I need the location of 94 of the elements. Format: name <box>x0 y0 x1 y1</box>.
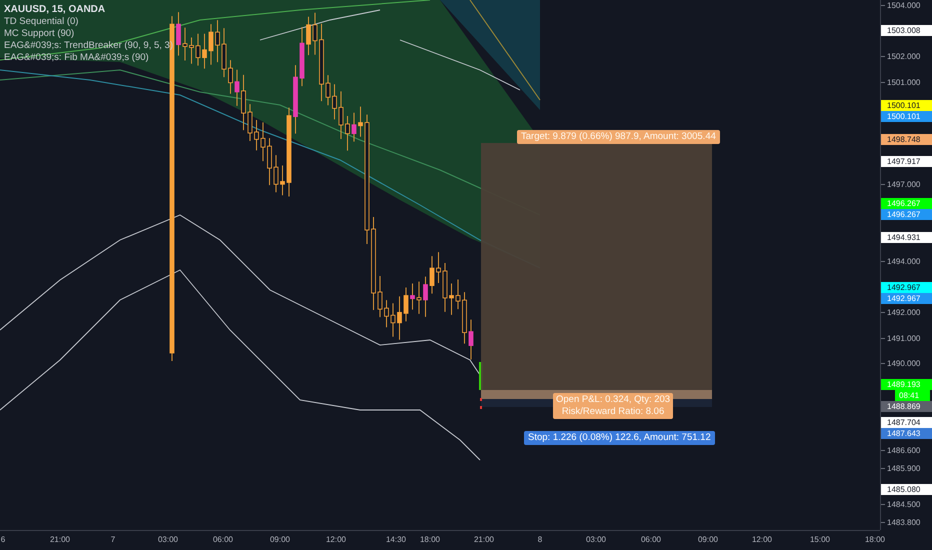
candle <box>260 122 266 162</box>
candle <box>176 12 181 56</box>
price-tag: 1496.267 <box>881 208 932 220</box>
time-label: 18:00 <box>864 535 886 544</box>
candle <box>222 28 226 78</box>
time-label: 18:00 <box>420 535 440 544</box>
candle <box>378 276 382 318</box>
candle <box>468 319 474 360</box>
candle <box>234 69 240 106</box>
time-label: 06:00 <box>640 535 662 544</box>
price-tag: 1487.643 <box>881 428 932 440</box>
candle <box>300 26 304 87</box>
price-tag: 1494.931 <box>881 232 932 244</box>
price-label: 1502.000 <box>881 51 932 62</box>
candle <box>449 283 454 316</box>
price-tag: 1500.101 <box>881 100 932 111</box>
candle <box>332 84 337 120</box>
candle <box>312 12 318 56</box>
time-label: 12:00 <box>752 535 772 544</box>
candle <box>397 296 402 340</box>
time-label: 09:00 <box>270 535 290 544</box>
price-label: 1492.000 <box>881 307 932 318</box>
candle <box>248 104 252 142</box>
time-label: 03:00 <box>158 535 178 544</box>
time-label: 03:00 <box>586 535 606 544</box>
symbol-title: XAUUSD, 15, OANDA <box>4 4 106 15</box>
price-label: 1490.000 <box>881 358 932 370</box>
candle <box>384 300 389 328</box>
price-label: 1484.500 <box>881 499 932 510</box>
candle <box>430 256 434 294</box>
candle <box>306 16 311 56</box>
candle <box>208 24 214 66</box>
candle <box>293 64 298 134</box>
candle <box>404 287 408 322</box>
candle <box>241 74 246 131</box>
target-label: Target: 9.879 (0.66%) 987.9, Amount: 3005.44 <box>517 130 720 144</box>
price-label: 1501.000 <box>881 76 932 88</box>
candle <box>202 33 207 70</box>
time-label: 12:00 <box>326 535 346 544</box>
price-tag: 1496.267 <box>881 198 932 209</box>
candle <box>228 60 233 94</box>
time-label: 06:00 <box>212 535 234 544</box>
candle <box>189 36 194 64</box>
time-label: 6 <box>0 535 6 544</box>
price-tag: 1503.008 <box>881 25 932 36</box>
candle <box>423 276 428 318</box>
countdown-tag: 08:41 <box>895 390 930 402</box>
price-tag: 1485.080 <box>881 484 932 496</box>
candle <box>416 281 422 314</box>
price-tag: 1488.869 <box>881 401 932 412</box>
price-tag: 1492.967 <box>881 282 932 294</box>
price-label: 1504.000 <box>881 0 932 11</box>
indicator-label: TD Sequential (0) <box>4 16 80 27</box>
price-label: 1485.900 <box>881 463 932 474</box>
position-info-label: Open P&L: 0.324, Qty: 203 Risk/Reward Ratio: 8.06 <box>553 393 674 419</box>
time-label: 8 <box>538 535 542 544</box>
price-tag: 1498.748 <box>881 134 932 146</box>
candle <box>326 74 330 106</box>
time-label: 15:00 <box>810 535 830 544</box>
candle <box>215 20 220 63</box>
candle <box>338 90 344 140</box>
price-tag: 1492.967 <box>881 293 932 304</box>
candle <box>462 292 467 344</box>
price-label: 1494.000 <box>881 256 932 267</box>
candle <box>390 302 396 338</box>
indicator-label: EAG&#039;s: Fib MA&#039;s (90) <box>4 52 150 63</box>
candle <box>358 106 363 138</box>
indicator-label: MC Support (90) <box>4 28 76 39</box>
price-tag: 1489.193 <box>881 379 932 390</box>
price-label: 1491.000 <box>881 332 932 344</box>
price-label: 1497.000 <box>881 179 932 190</box>
time-label: 21:00 <box>474 535 494 544</box>
candle <box>352 112 356 142</box>
price-label: 1486.600 <box>881 445 932 456</box>
candle <box>410 283 415 310</box>
candle <box>345 115 350 152</box>
time-label: 09:00 <box>698 535 718 544</box>
candle <box>254 120 259 151</box>
time-label: 14:30 <box>386 535 406 544</box>
time-label: 7 <box>110 535 116 544</box>
price-tag: 1500.101 <box>881 110 932 122</box>
stop-label: Stop: 1.226 (0.08%) 122.6, Amount: 751.12 <box>524 431 715 445</box>
candle <box>182 27 188 61</box>
price-tag: 1487.704 <box>881 417 932 428</box>
candle <box>456 279 460 310</box>
time-label: 21:00 <box>50 535 70 544</box>
price-tag: 1497.917 <box>881 156 932 167</box>
candle <box>274 154 278 193</box>
candle <box>436 252 441 284</box>
candle <box>280 164 285 196</box>
candle <box>196 33 200 66</box>
price-label: 1483.800 <box>881 517 932 528</box>
candle <box>267 138 272 186</box>
candle <box>442 262 448 312</box>
